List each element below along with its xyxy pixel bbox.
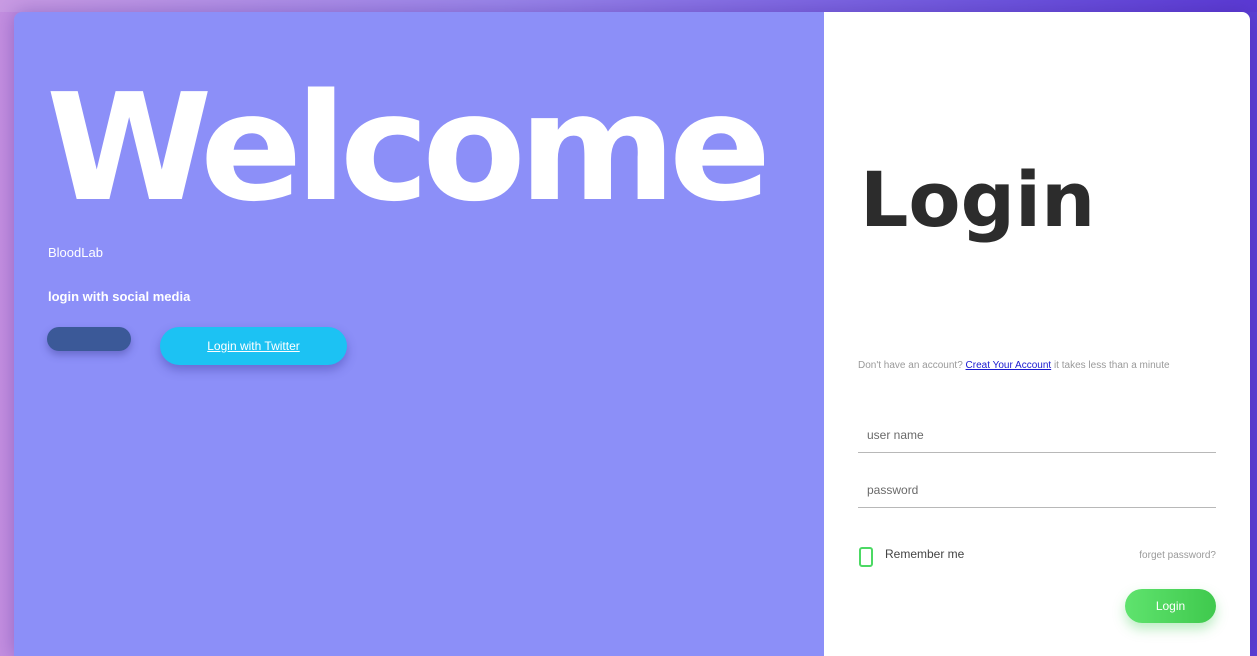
remember-me-checkbox[interactable] (859, 547, 873, 567)
password-field (858, 473, 1216, 508)
brand-name: BloodLab (48, 245, 103, 260)
remember-me-label: Remember me (885, 547, 965, 561)
forgot-password-link[interactable]: forget password? (1139, 550, 1216, 561)
login-heading: Login (860, 155, 1096, 244)
username-field (858, 418, 1216, 453)
twitter-login-button[interactable]: Login with Twitter (160, 327, 347, 365)
signup-prompt-suffix: it takes less than a minute (1053, 360, 1170, 371)
create-account-link[interactable]: Creat Your Account (966, 360, 1052, 371)
signup-prompt: Don't have an account? Creat Your Accoun… (858, 360, 1198, 372)
username-input[interactable] (858, 418, 1216, 452)
login-button-label: Login (1155, 599, 1186, 613)
background-gradient (0, 0, 1257, 12)
welcome-panel: Welcome BloodLab login with social media… (14, 12, 824, 656)
signup-prompt-text: Don't have an account? (858, 360, 963, 371)
login-card: Welcome BloodLab login with social media… (14, 12, 1250, 656)
social-login-title: login with social media (48, 289, 191, 304)
twitter-login-label: Login with Twitter (207, 339, 300, 353)
password-input[interactable] (858, 473, 1216, 507)
login-button[interactable]: Login (1125, 589, 1216, 623)
login-panel: Login Don't have an account? Creat Your … (824, 12, 1250, 656)
facebook-login-button[interactable] (47, 327, 131, 351)
welcome-heading: Welcome (46, 62, 771, 234)
remember-me: Remember me (859, 547, 964, 567)
